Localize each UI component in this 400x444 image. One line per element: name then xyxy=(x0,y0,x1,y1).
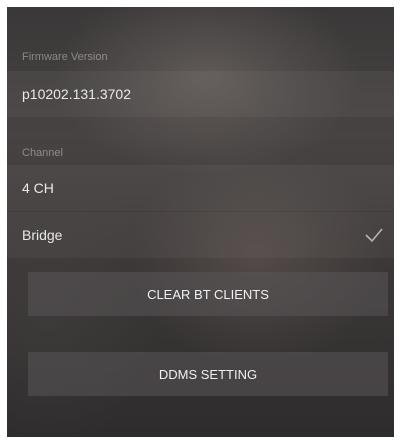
firmware-version-row: p10202.131.3702 xyxy=(7,71,394,117)
channel-header: Channel xyxy=(22,147,63,159)
settings-screen: Firmware Version p10202.131.3702 Channel… xyxy=(7,7,394,437)
ddms-setting-button[interactable]: DDMS SETTING xyxy=(28,352,388,396)
channel-option-label: Bridge xyxy=(22,227,63,243)
channel-option-label: 4 CH xyxy=(22,180,54,196)
channel-option-bridge[interactable]: Bridge xyxy=(7,212,394,258)
clear-bt-clients-button[interactable]: CLEAR BT CLIENTS xyxy=(28,272,388,316)
firmware-version-header: Firmware Version xyxy=(22,51,108,63)
channel-option-4ch[interactable]: 4 CH xyxy=(7,165,394,211)
checkmark-icon xyxy=(364,225,384,245)
firmware-version-value: p10202.131.3702 xyxy=(22,86,131,102)
